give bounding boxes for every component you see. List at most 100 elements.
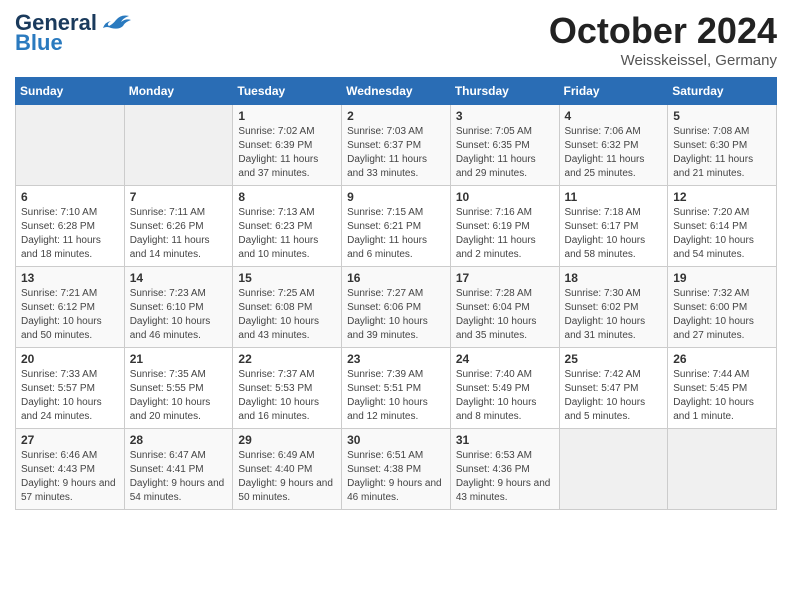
day-info: Sunrise: 7:21 AM Sunset: 6:12 PM Dayligh… [21, 287, 119, 343]
day-cell [559, 429, 668, 510]
day-number: 22 [238, 352, 336, 366]
day-cell: 12Sunrise: 7:20 AM Sunset: 6:14 PM Dayli… [668, 186, 777, 267]
day-number: 13 [21, 271, 119, 285]
weekday-header-monday: Monday [124, 78, 233, 105]
day-cell: 3 Sunrise: 7:05 AM Sunset: 6:35 PM Daylig… [450, 105, 559, 186]
week-row-4: 20Sunrise: 7:33 AM Sunset: 5:57 PM Dayli… [16, 348, 777, 429]
day-cell: 19 Sunrise: 7:32 AM Sunset: 6:00 PM Dayli… [668, 267, 777, 348]
day-info: Sunrise: 7:23 AM Sunset: 6:10 PM Dayligh… [130, 287, 228, 343]
day-cell: 2 Sunrise: 7:03 AM Sunset: 6:37 PM Daylig… [342, 105, 451, 186]
day-info: Sunrise: 7:16 AM Sunset: 6:19 PM Dayligh… [456, 206, 554, 262]
day-number: 5 [673, 109, 771, 123]
day-cell: 28Sunrise: 6:47 AM Sunset: 4:41 PM Dayli… [124, 429, 233, 510]
day-cell: 17 Sunrise: 7:28 AM Sunset: 6:04 PM Dayli… [450, 267, 559, 348]
day-number: 20 [21, 352, 119, 366]
day-cell: 26 Sunrise: 7:44 AM Sunset: 5:45 PM Dayli… [668, 348, 777, 429]
day-number: 28 [130, 433, 228, 447]
week-row-3: 13 Sunrise: 7:21 AM Sunset: 6:12 PM Dayli… [16, 267, 777, 348]
day-number: 10 [456, 190, 554, 204]
weekday-header-thursday: Thursday [450, 78, 559, 105]
day-cell: 22 Sunrise: 7:37 AM Sunset: 5:53 PM Dayli… [233, 348, 342, 429]
day-info: Sunrise: 7:11 AM Sunset: 6:26 PM Dayligh… [130, 206, 228, 262]
day-info: Sunrise: 7:06 AM Sunset: 6:32 PM Dayligh… [565, 125, 663, 181]
day-cell [124, 105, 233, 186]
location: Weisskeissel, Germany [549, 52, 777, 69]
day-cell: 21Sunrise: 7:35 AM Sunset: 5:55 PM Dayli… [124, 348, 233, 429]
day-info: Sunrise: 7:18 AM Sunset: 6:17 PM Dayligh… [565, 206, 663, 262]
day-cell [16, 105, 125, 186]
day-cell: 20Sunrise: 7:33 AM Sunset: 5:57 PM Dayli… [16, 348, 125, 429]
day-number: 7 [130, 190, 228, 204]
day-info: Sunrise: 6:46 AM Sunset: 4:43 PM Dayligh… [21, 449, 119, 505]
day-cell: 29Sunrise: 6:49 AM Sunset: 4:40 PM Dayli… [233, 429, 342, 510]
day-info: Sunrise: 6:49 AM Sunset: 4:40 PM Dayligh… [238, 449, 336, 505]
day-cell: 9Sunrise: 7:15 AM Sunset: 6:21 PM Daylig… [342, 186, 451, 267]
day-info: Sunrise: 7:40 AM Sunset: 5:49 PM Dayligh… [456, 368, 554, 424]
day-info: Sunrise: 7:35 AM Sunset: 5:55 PM Dayligh… [130, 368, 228, 424]
day-cell: 23 Sunrise: 7:39 AM Sunset: 5:51 PM Dayli… [342, 348, 451, 429]
logo: General Blue [15, 10, 131, 56]
day-number: 17 [456, 271, 554, 285]
day-number: 31 [456, 433, 554, 447]
day-cell: 10 Sunrise: 7:16 AM Sunset: 6:19 PM Dayli… [450, 186, 559, 267]
day-info: Sunrise: 7:05 AM Sunset: 6:35 PM Dayligh… [456, 125, 554, 181]
day-cell: 6 Sunrise: 7:10 AM Sunset: 6:28 PM Daylig… [16, 186, 125, 267]
day-number: 23 [347, 352, 445, 366]
day-cell: 7 Sunrise: 7:11 AM Sunset: 6:26 PM Daylig… [124, 186, 233, 267]
day-number: 2 [347, 109, 445, 123]
weekday-header-friday: Friday [559, 78, 668, 105]
day-info: Sunrise: 7:02 AM Sunset: 6:39 PM Dayligh… [238, 125, 336, 181]
day-info: Sunrise: 7:39 AM Sunset: 5:51 PM Dayligh… [347, 368, 445, 424]
day-cell: 27 Sunrise: 6:46 AM Sunset: 4:43 PM Dayli… [16, 429, 125, 510]
logo-bird-icon [101, 12, 131, 34]
day-number: 3 [456, 109, 554, 123]
day-number: 6 [21, 190, 119, 204]
day-info: Sunrise: 7:08 AM Sunset: 6:30 PM Dayligh… [673, 125, 771, 181]
day-info: Sunrise: 7:28 AM Sunset: 6:04 PM Dayligh… [456, 287, 554, 343]
day-info: Sunrise: 6:53 AM Sunset: 4:36 PM Dayligh… [456, 449, 554, 505]
week-row-1: 1 Sunrise: 7:02 AM Sunset: 6:39 PM Daylig… [16, 105, 777, 186]
day-cell: 8 Sunrise: 7:13 AM Sunset: 6:23 PM Daylig… [233, 186, 342, 267]
day-info: Sunrise: 7:13 AM Sunset: 6:23 PM Dayligh… [238, 206, 336, 262]
day-number: 18 [565, 271, 663, 285]
day-number: 15 [238, 271, 336, 285]
day-cell: 4Sunrise: 7:06 AM Sunset: 6:32 PM Daylig… [559, 105, 668, 186]
day-number: 19 [673, 271, 771, 285]
day-cell: 15 Sunrise: 7:25 AM Sunset: 6:08 PM Dayli… [233, 267, 342, 348]
day-info: Sunrise: 7:10 AM Sunset: 6:28 PM Dayligh… [21, 206, 119, 262]
day-info: Sunrise: 7:20 AM Sunset: 6:14 PM Dayligh… [673, 206, 771, 262]
title-block: October 2024 Weisskeissel, Germany [549, 10, 777, 69]
day-number: 14 [130, 271, 228, 285]
day-cell: 18Sunrise: 7:30 AM Sunset: 6:02 PM Dayli… [559, 267, 668, 348]
day-info: Sunrise: 7:37 AM Sunset: 5:53 PM Dayligh… [238, 368, 336, 424]
day-cell: 14 Sunrise: 7:23 AM Sunset: 6:10 PM Dayli… [124, 267, 233, 348]
day-number: 26 [673, 352, 771, 366]
week-row-2: 6 Sunrise: 7:10 AM Sunset: 6:28 PM Daylig… [16, 186, 777, 267]
month-title: October 2024 [549, 10, 777, 52]
day-number: 1 [238, 109, 336, 123]
day-cell: 5 Sunrise: 7:08 AM Sunset: 6:30 PM Daylig… [668, 105, 777, 186]
day-cell: 24 Sunrise: 7:40 AM Sunset: 5:49 PM Dayli… [450, 348, 559, 429]
day-cell [668, 429, 777, 510]
day-number: 11 [565, 190, 663, 204]
day-number: 24 [456, 352, 554, 366]
day-info: Sunrise: 7:44 AM Sunset: 5:45 PM Dayligh… [673, 368, 771, 424]
day-number: 27 [21, 433, 119, 447]
day-cell: 1 Sunrise: 7:02 AM Sunset: 6:39 PM Daylig… [233, 105, 342, 186]
day-cell: 31 Sunrise: 6:53 AM Sunset: 4:36 PM Dayli… [450, 429, 559, 510]
day-info: Sunrise: 7:27 AM Sunset: 6:06 PM Dayligh… [347, 287, 445, 343]
day-info: Sunrise: 7:32 AM Sunset: 6:00 PM Dayligh… [673, 287, 771, 343]
day-info: Sunrise: 7:25 AM Sunset: 6:08 PM Dayligh… [238, 287, 336, 343]
weekday-header-row: SundayMondayTuesdayWednesdayThursdayFrid… [16, 78, 777, 105]
day-info: Sunrise: 7:03 AM Sunset: 6:37 PM Dayligh… [347, 125, 445, 181]
day-number: 9 [347, 190, 445, 204]
day-info: Sunrise: 6:51 AM Sunset: 4:38 PM Dayligh… [347, 449, 445, 505]
day-number: 8 [238, 190, 336, 204]
page-header: General Blue October 2024 Weisskeissel, … [15, 10, 777, 69]
day-cell: 11 Sunrise: 7:18 AM Sunset: 6:17 PM Dayli… [559, 186, 668, 267]
weekday-header-tuesday: Tuesday [233, 78, 342, 105]
weekday-header-wednesday: Wednesday [342, 78, 451, 105]
weekday-header-sunday: Sunday [16, 78, 125, 105]
day-info: Sunrise: 7:42 AM Sunset: 5:47 PM Dayligh… [565, 368, 663, 424]
logo-blue-text: Blue [15, 30, 63, 56]
